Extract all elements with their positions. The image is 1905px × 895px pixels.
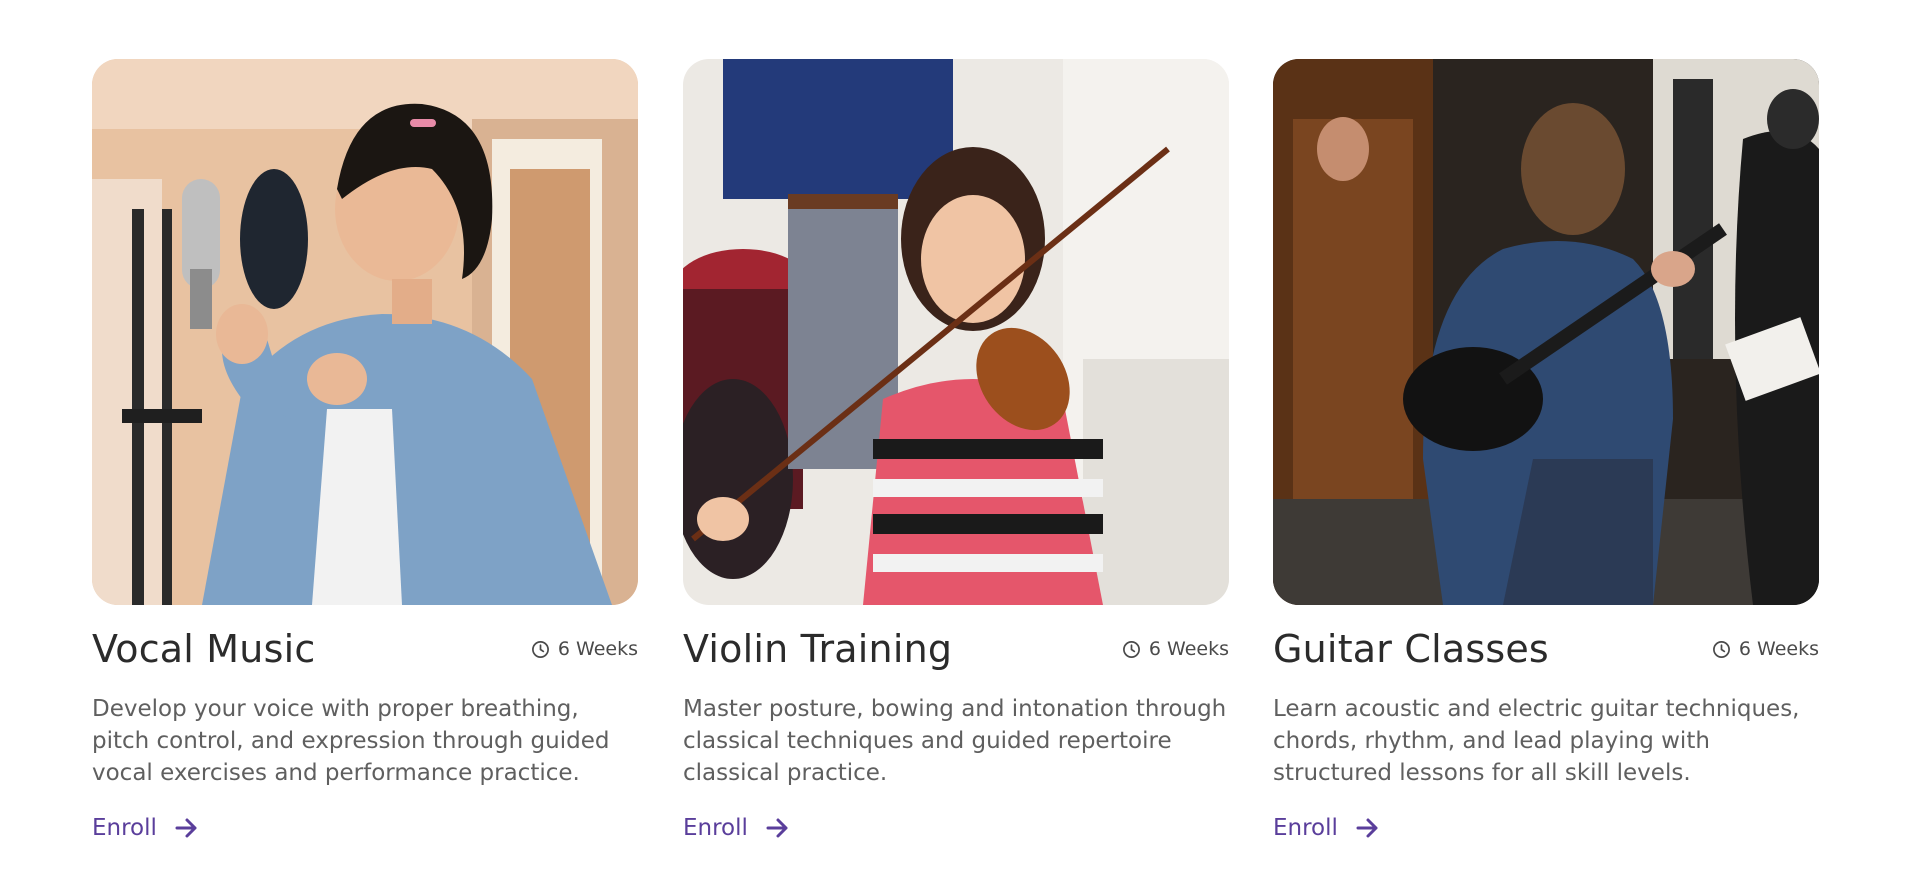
arrow-right-icon xyxy=(175,818,197,838)
enroll-label: Enroll xyxy=(92,815,157,841)
enroll-link[interactable]: Enroll xyxy=(683,815,790,841)
course-duration-label: 6 Weeks xyxy=(1148,638,1229,660)
course-card-violin-training: Violin Training 6 Weeks Master posture, … xyxy=(683,59,1229,841)
enroll-link[interactable]: Enroll xyxy=(1273,815,1380,841)
enroll-label: Enroll xyxy=(1273,815,1338,841)
course-cards-section: Vocal Music 6 Weeks Develop your voice w… xyxy=(0,0,1905,895)
singer-photo xyxy=(92,59,638,605)
course-card-guitar-classes: Guitar Classes 6 Weeks Learn acoustic an… xyxy=(1273,59,1819,841)
course-title: Violin Training xyxy=(683,627,953,671)
enroll-link[interactable]: Enroll xyxy=(92,815,199,841)
arrow-right-icon xyxy=(766,818,788,838)
course-duration: 6 Weeks xyxy=(1712,638,1819,660)
arrow-right-icon xyxy=(1356,818,1378,838)
course-duration-label: 6 Weeks xyxy=(557,638,638,660)
course-duration-label: 6 Weeks xyxy=(1738,638,1819,660)
course-image-violin-training[interactable] xyxy=(683,59,1229,605)
enroll-label: Enroll xyxy=(683,815,748,841)
clock-icon xyxy=(531,640,549,658)
course-image-guitar-classes[interactable] xyxy=(1273,59,1819,605)
course-header: Guitar Classes 6 Weeks xyxy=(1273,627,1819,671)
course-title: Guitar Classes xyxy=(1273,627,1549,671)
guitar-photo xyxy=(1273,59,1819,605)
course-header: Violin Training 6 Weeks xyxy=(683,627,1229,671)
course-description: Master posture, bowing and intonation th… xyxy=(683,696,1227,786)
course-duration: 6 Weeks xyxy=(1122,638,1229,660)
course-duration: 6 Weeks xyxy=(531,638,638,660)
course-image-vocal-music[interactable] xyxy=(92,59,638,605)
violin-photo xyxy=(683,59,1229,605)
course-header: Vocal Music 6 Weeks xyxy=(92,627,638,671)
course-title: Vocal Music xyxy=(92,627,316,671)
course-card-vocal-music: Vocal Music 6 Weeks Develop your voice w… xyxy=(92,59,638,841)
course-description: Develop your voice with proper breathing… xyxy=(92,696,610,786)
clock-icon xyxy=(1122,640,1140,658)
clock-icon xyxy=(1712,640,1730,658)
course-description: Learn acoustic and electric guitar techn… xyxy=(1273,696,1800,786)
